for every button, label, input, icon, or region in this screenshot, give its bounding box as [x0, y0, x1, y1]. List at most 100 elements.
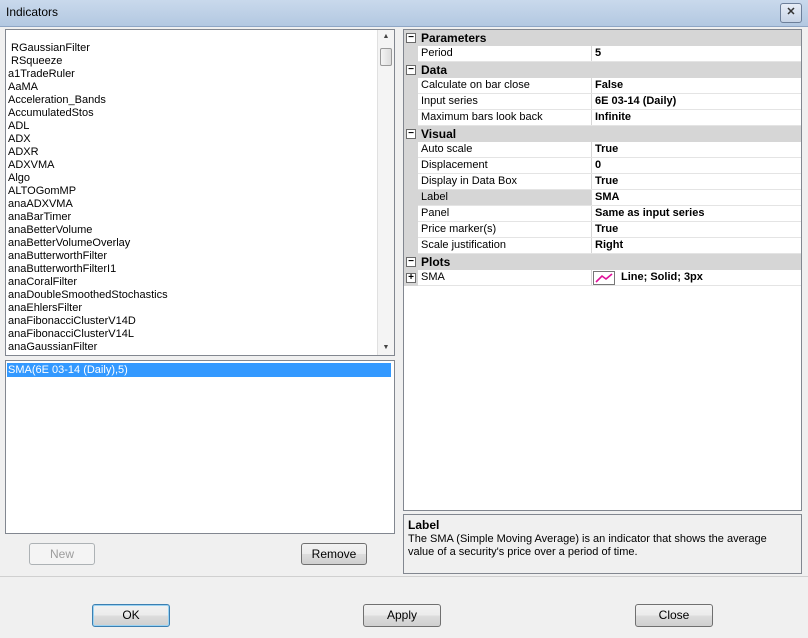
scroll-up-icon[interactable]: ▲: [378, 30, 394, 44]
row-gutter: [404, 78, 418, 94]
property-value[interactable]: 5: [595, 47, 601, 59]
list-item[interactable]: ADL: [6, 120, 378, 133]
property-row[interactable]: Label SMA: [404, 190, 801, 206]
remove-button[interactable]: Remove: [301, 543, 367, 565]
property-value[interactable]: SMA: [595, 191, 619, 203]
property-name: Calculate on bar close: [421, 79, 530, 91]
property-value[interactable]: True: [595, 175, 618, 187]
footer-divider: [0, 576, 808, 577]
list-item[interactable]: anaDoubleSmoothedStochastics: [6, 289, 378, 302]
list-item[interactable]: ALTOGomMP: [6, 185, 378, 198]
list-item[interactable]: RGaussianFilter: [6, 42, 378, 55]
column-separator: [591, 142, 592, 158]
column-separator: [591, 94, 592, 110]
property-value[interactable]: Infinite: [595, 111, 631, 123]
list-item[interactable]: ADXR: [6, 146, 378, 159]
property-grid[interactable]: − Parameters Period 5− Data Calculate on bar …: [403, 29, 802, 511]
applied-indicator-item[interactable]: SMA(6E 03-14 (Daily),5): [7, 363, 391, 377]
list-item[interactable]: anaButterworthFilterI1: [6, 263, 378, 276]
row-divider: [418, 285, 801, 286]
property-row[interactable]: Auto scale True: [404, 142, 801, 158]
list-item[interactable]: anaFibonacciClusterV14L: [6, 328, 378, 341]
column-separator: [591, 206, 592, 222]
property-row[interactable]: Scale justification Right: [404, 238, 801, 254]
column-separator: [591, 222, 592, 238]
property-name: Maximum bars look back: [421, 111, 543, 123]
property-name: Auto scale: [421, 143, 473, 155]
row-gutter: [404, 222, 418, 238]
category-plots[interactable]: − Plots: [404, 254, 801, 270]
category-label: Visual: [421, 127, 457, 141]
category-parameters[interactable]: − Parameters: [404, 30, 801, 46]
list-item[interactable]: a1TradeRuler: [6, 68, 378, 81]
property-row[interactable]: Input series 6E 03-14 (Daily): [404, 94, 801, 110]
property-name: Label: [421, 191, 448, 203]
property-value[interactable]: False: [595, 79, 623, 91]
list-item[interactable]: AccumulatedStos: [6, 107, 378, 120]
property-value[interactable]: True: [595, 223, 618, 235]
list-item[interactable]: Acceleration_Bands: [6, 94, 378, 107]
row-gutter: [404, 206, 418, 222]
property-name: Input series: [421, 95, 478, 107]
ok-button[interactable]: OK: [92, 604, 170, 627]
category-visual[interactable]: − Visual: [404, 126, 801, 142]
description-panel: Label The SMA (Simple Moving Average) is…: [403, 514, 802, 574]
list-item[interactable]: RSqueeze: [6, 55, 378, 68]
row-gutter: [404, 158, 418, 174]
property-value[interactable]: 6E 03-14 (Daily): [595, 95, 676, 107]
column-separator: [591, 46, 592, 62]
column-separator: [591, 110, 592, 126]
list-item[interactable]: anaBetterVolume: [6, 224, 378, 237]
property-name: Scale justification: [421, 239, 506, 251]
list-item[interactable]: AaMA: [6, 81, 378, 94]
row-gutter: [404, 46, 418, 62]
list-item[interactable]: Algo: [6, 172, 378, 185]
list-item[interactable]: anaBetterVolumeOverlay: [6, 237, 378, 250]
list-item[interactable]: anaBarTimer: [6, 211, 378, 224]
row-gutter: [404, 142, 418, 158]
apply-button[interactable]: Apply: [363, 604, 441, 627]
property-row[interactable]: Display in Data Box True: [404, 174, 801, 190]
property-value[interactable]: Right: [595, 239, 623, 251]
list-item[interactable]: ADXVMA: [6, 159, 378, 172]
property-value[interactable]: Same as input series: [595, 207, 704, 219]
list-item[interactable]: anaADXVMA: [6, 198, 378, 211]
plot-style-icon: [593, 271, 615, 285]
description-title: Label: [408, 518, 440, 532]
list-item[interactable]: anaEhlersFilter: [6, 302, 378, 315]
property-value[interactable]: True: [595, 143, 618, 155]
list-item[interactable]: anaGaussianFilter: [6, 341, 378, 354]
column-separator: [591, 158, 592, 174]
close-icon[interactable]: ✕: [780, 3, 802, 23]
category-data[interactable]: − Data: [404, 62, 801, 78]
collapse-icon[interactable]: −: [406, 65, 416, 75]
property-value[interactable]: Line; Solid; 3px: [621, 271, 703, 283]
applied-indicators-list[interactable]: SMA(6E 03-14 (Daily),5): [5, 360, 395, 534]
property-row[interactable]: Price marker(s) True: [404, 222, 801, 238]
list-item[interactable]: anaButterworthFilter: [6, 250, 378, 263]
list-item[interactable]: anaCoralFilter: [6, 276, 378, 289]
scroll-down-icon[interactable]: ▼: [378, 341, 394, 355]
indicator-list[interactable]: RGaussianFilter RSqueeze a1TradeRuler AaMA A…: [5, 29, 395, 356]
property-row[interactable]: Displacement 0: [404, 158, 801, 174]
property-row[interactable]: + SMA Line; Solid; 3px: [404, 270, 801, 286]
property-value[interactable]: 0: [595, 159, 601, 171]
close-button[interactable]: Close: [635, 604, 713, 627]
property-row[interactable]: Period 5: [404, 46, 801, 62]
property-name: SMA: [421, 271, 445, 283]
collapse-icon[interactable]: −: [406, 33, 416, 43]
collapse-icon[interactable]: −: [406, 257, 416, 267]
scroll-thumb[interactable]: [380, 48, 392, 66]
property-row[interactable]: Calculate on bar close False: [404, 78, 801, 94]
vertical-scrollbar[interactable]: ▲ ▼: [377, 30, 394, 355]
column-separator: [591, 174, 592, 190]
expand-icon[interactable]: +: [406, 273, 416, 283]
property-row[interactable]: Panel Same as input series: [404, 206, 801, 222]
list-item[interactable]: anaFibonacciClusterV14D: [6, 315, 378, 328]
collapse-icon[interactable]: −: [406, 129, 416, 139]
category-label: Plots: [421, 255, 451, 269]
new-button[interactable]: New: [29, 543, 95, 565]
property-row[interactable]: Maximum bars look back Infinite: [404, 110, 801, 126]
property-name: Display in Data Box: [421, 175, 517, 187]
list-item[interactable]: ADX: [6, 133, 378, 146]
